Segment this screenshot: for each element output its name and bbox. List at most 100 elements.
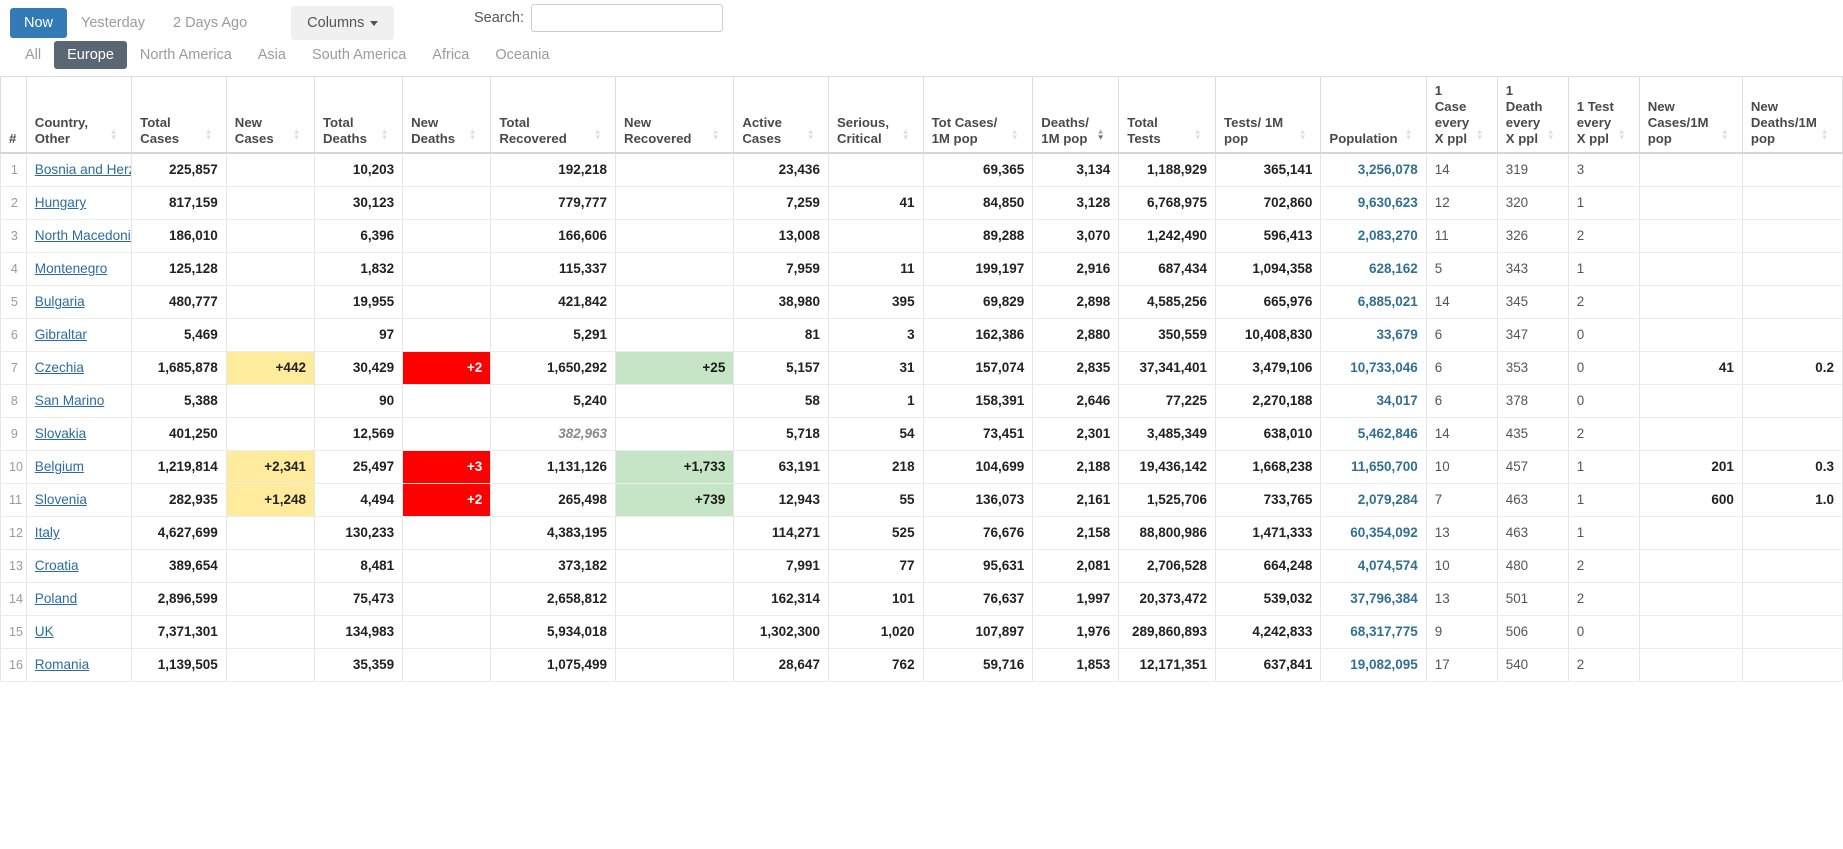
column-header-new_cases_1m[interactable]: New Cases/1M pop bbox=[1638, 76, 1743, 154]
table-row[interactable]: 9 Slovakia 401,250 12,569 382,963 5,718 54 73,4… bbox=[0, 416, 1843, 451]
cell-new_cases_1m bbox=[1638, 284, 1743, 319]
table-row[interactable]: 10 Belgium 1,219,814 +2,341 25,497 +3 1,131,12… bbox=[0, 449, 1843, 484]
sort-icon[interactable] bbox=[1475, 128, 1485, 141]
continent-tab-africa[interactable]: Africa bbox=[419, 41, 482, 69]
country-link[interactable]: Slovakia bbox=[35, 426, 86, 441]
sort-icon[interactable] bbox=[1820, 128, 1830, 141]
table-row[interactable]: 7 Czechia 1,685,878 +442 30,429 +2 1,650,292 +2… bbox=[0, 350, 1843, 385]
column-header-new_cases[interactable]: New Cases bbox=[225, 76, 315, 154]
cell-deaths_1m: 2,646 bbox=[1032, 383, 1120, 418]
search-input[interactable] bbox=[530, 4, 723, 32]
column-header-new_deaths_1m[interactable]: New Deaths/1M pop bbox=[1741, 76, 1843, 154]
time-button-2-days-ago[interactable]: 2 Days Ago bbox=[159, 8, 261, 39]
table-row[interactable]: 14 Poland 2,896,599 75,473 2,658,812 162,314 1… bbox=[0, 581, 1843, 616]
cell-case_every: 14 bbox=[1425, 416, 1498, 451]
sort-icon[interactable] bbox=[1193, 128, 1203, 141]
country-link[interactable]: Slovenia bbox=[35, 492, 87, 507]
country-link[interactable]: Czechia bbox=[35, 360, 84, 375]
sort-icon[interactable] bbox=[901, 128, 911, 141]
country-link[interactable]: UK bbox=[35, 624, 54, 639]
column-header-total_recovered[interactable]: Total Recovered bbox=[490, 76, 617, 154]
time-button-yesterday[interactable]: Yesterday bbox=[67, 8, 159, 39]
cell-cases_1m: 89,288 bbox=[922, 218, 1034, 253]
column-header-total_tests[interactable]: Total Tests bbox=[1118, 76, 1217, 154]
sort-icon[interactable] bbox=[1096, 128, 1106, 141]
country-link[interactable]: Bulgaria bbox=[35, 294, 85, 309]
continent-tab-south-america[interactable]: South America bbox=[299, 41, 419, 69]
column-header-country[interactable]: Country, Other bbox=[25, 76, 133, 154]
table-row[interactable]: 8 San Marino 5,388 90 5,240 58 1 158,391 2,646 77… bbox=[0, 383, 1843, 418]
table-row[interactable]: 16 Romania 1,139,505 35,359 1,075,499 28,647 7… bbox=[0, 647, 1843, 682]
column-header-total_deaths[interactable]: Total Deaths bbox=[313, 76, 404, 154]
cell-tests_1m: 4,242,833 bbox=[1215, 614, 1322, 649]
country-link[interactable]: Montenegro bbox=[35, 261, 108, 276]
table-row[interactable]: 4 Montenegro 125,128 1,832 115,337 7,959 11 199… bbox=[0, 251, 1843, 286]
column-header-test_every[interactable]: 1 Test every X ppl bbox=[1567, 76, 1640, 154]
sort-icon[interactable] bbox=[1298, 128, 1308, 141]
column-header-total_cases[interactable]: Total Cases bbox=[131, 76, 227, 154]
column-header-death_every[interactable]: 1 Death every X ppl bbox=[1496, 76, 1569, 154]
cell-new_deaths_1m bbox=[1741, 152, 1843, 187]
table-row[interactable]: 1 Bosnia and Herzegovina225,857 10,203 192,… bbox=[0, 152, 1843, 187]
columns-dropdown-button[interactable]: Columns bbox=[291, 6, 395, 40]
sort-icon[interactable] bbox=[1546, 128, 1556, 141]
column-header-idx[interactable]: # bbox=[0, 76, 27, 154]
sort-icon[interactable] bbox=[711, 128, 721, 141]
table-row[interactable]: 15 UK 7,371,301 134,983 5,934,018 1,302,300 1,… bbox=[0, 614, 1843, 649]
table-row[interactable]: 11 Slovenia 282,935 +1,248 4,494 +2 265,498 +73… bbox=[0, 482, 1843, 517]
country-link[interactable]: Hungary bbox=[35, 195, 86, 210]
sort-icon[interactable] bbox=[109, 128, 119, 141]
country-link[interactable]: Poland bbox=[35, 591, 77, 606]
continent-tab-europe[interactable]: Europe bbox=[54, 41, 127, 69]
sort-icon[interactable] bbox=[1720, 128, 1730, 141]
cell-serious: 41 bbox=[827, 185, 924, 220]
column-header-tests_1m[interactable]: Tests/ 1M pop bbox=[1215, 76, 1322, 154]
column-header-active_cases[interactable]: Active Cases bbox=[733, 76, 829, 154]
table-row[interactable]: 12 Italy 4,627,699 130,233 4,383,195 114,271 5… bbox=[0, 515, 1843, 550]
column-header-case_every[interactable]: 1 Case every X ppl bbox=[1425, 76, 1498, 154]
column-header-label-death_every: 1 Death every X ppl bbox=[1505, 83, 1543, 146]
country-link[interactable]: North Macedonia bbox=[35, 228, 131, 243]
sort-icon[interactable] bbox=[292, 128, 302, 141]
column-header-deaths_1m[interactable]: Deaths/ 1M pop bbox=[1032, 76, 1120, 154]
table-row[interactable]: 6 Gibraltar 5,469 97 5,291 81 3 162,386 2,880 350… bbox=[0, 317, 1843, 352]
continent-tab-oceania[interactable]: Oceania bbox=[482, 41, 562, 69]
continent-tab-all[interactable]: All bbox=[12, 41, 54, 69]
sort-icon[interactable] bbox=[1404, 128, 1414, 141]
country-link[interactable]: Gibraltar bbox=[35, 327, 87, 342]
sort-icon[interactable] bbox=[806, 128, 816, 141]
cell-case_every: 7 bbox=[1425, 482, 1498, 517]
sort-icon[interactable] bbox=[1617, 128, 1627, 141]
time-button-now[interactable]: Now bbox=[10, 7, 68, 39]
cell-cases_1m: 76,676 bbox=[922, 515, 1034, 550]
column-header-population[interactable]: Population bbox=[1320, 76, 1427, 154]
country-link[interactable]: Croatia bbox=[35, 558, 79, 573]
table-row[interactable]: 3 North Macedonia 186,010 6,396 166,606 13,00… bbox=[0, 218, 1843, 253]
sort-icon[interactable] bbox=[468, 128, 478, 141]
continent-tab-asia[interactable]: Asia bbox=[245, 41, 299, 69]
sort-icon[interactable] bbox=[380, 128, 390, 141]
toolbar: Now Yesterday 2 Days Ago Columns Search: bbox=[0, 0, 1843, 40]
table-row[interactable]: 13 Croatia 389,654 8,481 373,182 7,991 77 95,63… bbox=[0, 548, 1843, 583]
column-header-cases_1m[interactable]: Tot Cases/ 1M pop bbox=[922, 76, 1034, 154]
cell-idx: 15 bbox=[0, 614, 27, 649]
continent-tab-north-america[interactable]: North America bbox=[127, 41, 245, 69]
column-header-serious[interactable]: Serious, Critical bbox=[827, 76, 924, 154]
country-link[interactable]: San Marino bbox=[35, 393, 105, 408]
column-header-new_deaths[interactable]: New Deaths bbox=[402, 76, 492, 154]
sort-icon[interactable] bbox=[204, 128, 214, 141]
country-link[interactable]: Italy bbox=[35, 525, 60, 540]
cell-total_deaths: 90 bbox=[313, 383, 404, 418]
cell-total_deaths: 134,983 bbox=[313, 614, 404, 649]
table-row[interactable]: 5 Bulgaria 480,777 19,955 421,842 38,980 395 69… bbox=[0, 284, 1843, 319]
cell-active_cases: 114,271 bbox=[733, 515, 829, 550]
country-link[interactable]: Romania bbox=[35, 657, 89, 672]
column-header-new_recovered[interactable]: New Recovered bbox=[615, 76, 735, 154]
sort-icon[interactable] bbox=[593, 128, 603, 141]
data-table-container[interactable]: # Country, Other Total Cases New Cases Total… bbox=[0, 76, 1843, 849]
country-link[interactable]: Belgium bbox=[35, 459, 84, 474]
table-row[interactable]: 2 Hungary 817,159 30,123 779,777 7,259 41 84,85… bbox=[0, 185, 1843, 220]
column-header-label-cases_1m: Tot Cases/ 1M pop bbox=[931, 115, 998, 146]
sort-icon[interactable] bbox=[1010, 128, 1020, 141]
country-link[interactable]: Bosnia and Herzegovina bbox=[35, 162, 131, 177]
